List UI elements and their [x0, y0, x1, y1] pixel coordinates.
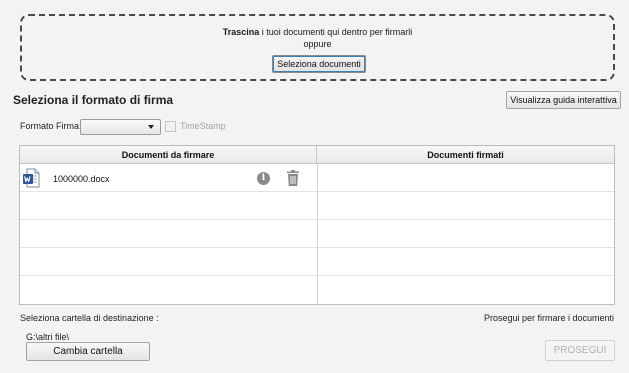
signature-format-select[interactable]	[80, 119, 161, 135]
timestamp-checkbox[interactable]	[165, 121, 176, 132]
signature-format-label: Formato Firma:	[20, 121, 82, 131]
dropzone-or-text: oppure	[303, 39, 332, 49]
row-divider	[20, 275, 614, 276]
trash-icon[interactable]	[287, 170, 299, 186]
documents-table: Documenti da firmare Documenti firmati 1…	[19, 145, 615, 305]
column-header-signed[interactable]: Documenti firmati	[317, 146, 614, 164]
word-document-icon	[23, 168, 40, 188]
interactive-guide-button[interactable]: Visualizza guida interattiva	[506, 91, 621, 109]
proceed-button[interactable]: PROSEGUI	[545, 340, 615, 361]
document-dropzone[interactable]: Trascina i tuoi documenti qui dentro per…	[20, 14, 615, 81]
dropzone-instructions: Trascina i tuoi documenti qui dentro per…	[22, 27, 613, 37]
dropzone-text: i tuoi documenti qui dentro per firmarli	[259, 27, 413, 37]
column-divider	[317, 164, 318, 304]
section-title: Seleziona il formato di firma	[13, 93, 174, 107]
proceed-label: Prosegui per firmare i documenti	[483, 313, 614, 323]
row-divider	[20, 191, 614, 192]
chevron-down-icon	[148, 125, 154, 129]
column-header-to-sign[interactable]: Documenti da firmare	[20, 146, 317, 164]
info-icon[interactable]: i	[257, 172, 270, 185]
destination-folder-label: Seleziona cartella di destinazione :	[20, 313, 159, 323]
timestamp-label: TimeStamp	[180, 121, 226, 131]
file-name: 1000000.docx	[53, 174, 110, 184]
row-divider	[20, 247, 614, 248]
change-folder-button[interactable]: Cambia cartella	[26, 342, 150, 361]
destination-path: G:\altri file\	[26, 332, 70, 342]
row-divider	[20, 219, 614, 220]
select-documents-button[interactable]: Seleziona documenti	[272, 55, 366, 73]
dropzone-bold-text: Trascina	[222, 27, 260, 37]
